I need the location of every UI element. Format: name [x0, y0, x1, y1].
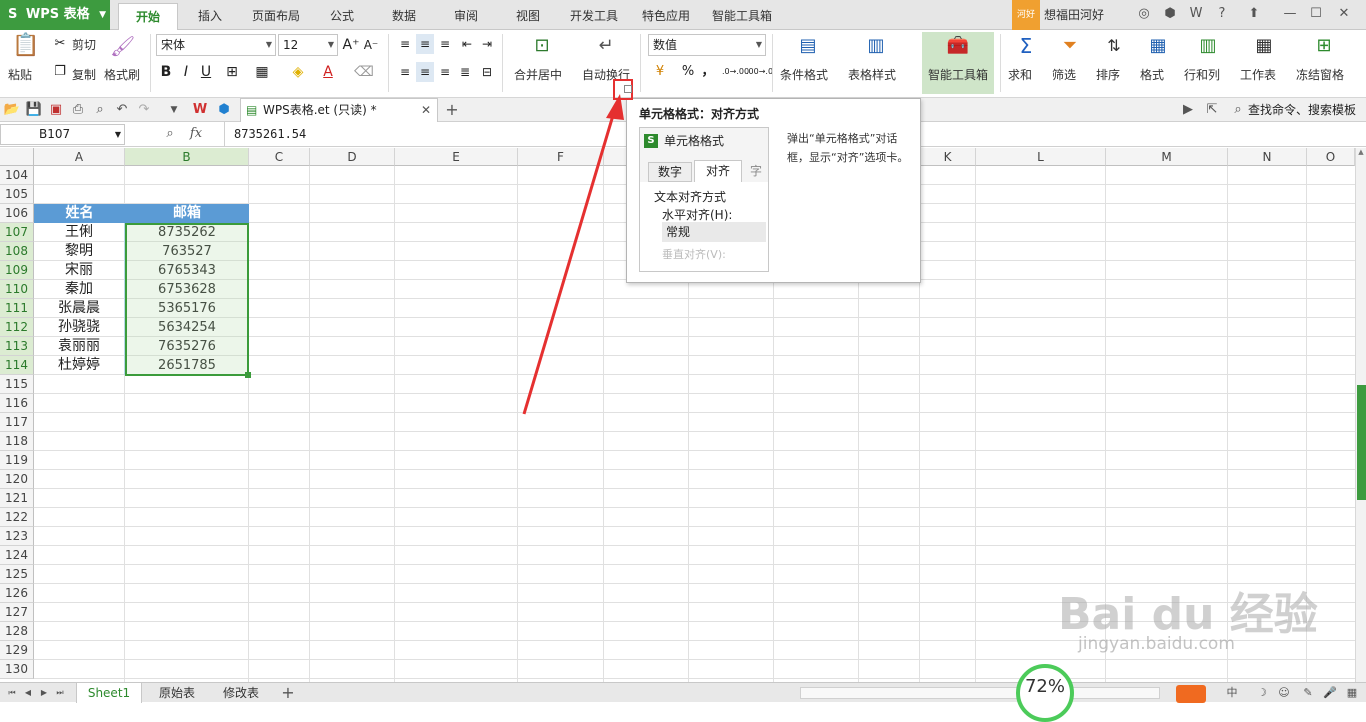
last-sheet-icon[interactable]: ⏭ [50, 683, 70, 703]
ime-mode-icon[interactable]: ☽ [1252, 683, 1272, 703]
zoom-indicator[interactable]: 72% [1016, 664, 1074, 722]
preview-section: 文本对齐方式 [654, 190, 727, 204]
wps-logo-icon: S [644, 134, 658, 148]
tooltip-title: 单元格格式：对齐方式 [639, 107, 760, 121]
sheet-tab-original[interactable]: 原始表 [146, 683, 208, 703]
preview-tab-number: 数字 [648, 162, 692, 182]
preview-title: 单元格格式 [664, 134, 725, 148]
preview-tab-font: 字 [750, 164, 763, 178]
preview-v-label: 垂直对齐(V): [662, 248, 726, 261]
dialog-launcher-icon[interactable] [624, 85, 632, 93]
tooltip-preview: S 单元格格式 数字 对齐 字 文本对齐方式 水平对齐(H): 常规 垂直对齐(… [639, 127, 769, 272]
preview-h-label: 水平对齐(H): [662, 208, 733, 222]
menu-icon[interactable]: ▦ [1342, 683, 1362, 703]
mic-icon[interactable]: 🎤 [1320, 683, 1340, 703]
horizontal-scrollbar[interactable] [800, 687, 1160, 699]
keyboard-icon[interactable]: ✎ [1298, 683, 1318, 703]
sheet-tab-bar: ⏮ ◀ ▶ ⏭ Sheet1 原始表 修改表 + 中 ☽ ☺ ✎ 🎤 ▦ [0, 682, 1366, 703]
sheet-tab-modified[interactable]: 修改表 [210, 683, 272, 703]
preview-tab-align: 对齐 [694, 160, 742, 182]
add-sheet-icon[interactable]: + [278, 683, 298, 703]
ime-lang-icon[interactable]: 中 [1222, 683, 1242, 703]
preview-h-value: 常规 [662, 222, 766, 242]
zoom-value: 72% [1024, 676, 1065, 697]
tooltip-description: 弹出“单元格格式”对话框，显示“对齐”选项卡。 [787, 132, 909, 164]
alignment-dialog-tooltip: 单元格格式：对齐方式 S 单元格格式 数字 对齐 字 文本对齐方式 水平对齐(H… [626, 98, 921, 283]
emoji-icon[interactable]: ☺ [1274, 683, 1294, 703]
ime-icon[interactable] [1176, 685, 1206, 703]
sheet-tab-sheet1[interactable]: Sheet1 [76, 683, 142, 703]
